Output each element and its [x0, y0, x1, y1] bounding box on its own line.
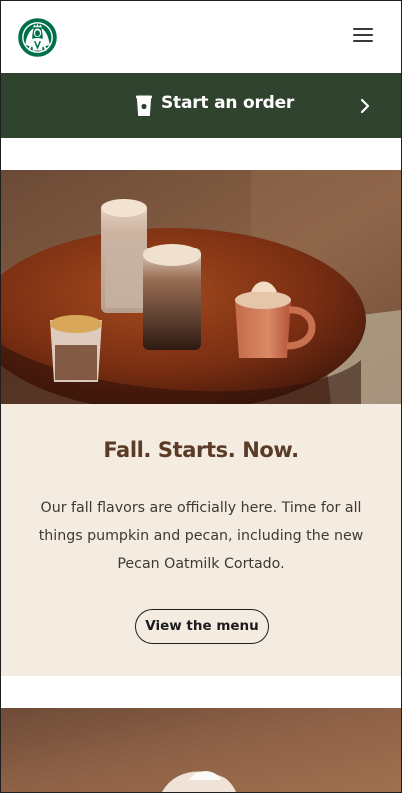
drink-photo [1, 708, 401, 792]
hamburger-line [353, 28, 373, 30]
starbucks-logo[interactable] [17, 17, 58, 58]
start-order-label: Start an order [161, 93, 295, 113]
cup-icon [136, 95, 152, 116]
chevron-right-icon [360, 98, 370, 114]
promo-description: Our fall flavors are officially here. Ti… [38, 500, 364, 572]
secondary-image [1, 708, 401, 792]
fall-promo-card: Fall. Starts. Now. Our fall flavors are … [1, 404, 401, 676]
page-frame: Start an order Fall. Starts. Now. Our fa… [0, 0, 402, 793]
hero-image [1, 170, 401, 404]
hamburger-line [353, 34, 373, 36]
promo-title: Fall. Starts. Now. [103, 438, 299, 462]
fall-drinks-photo [1, 170, 401, 404]
view-menu-button[interactable]: View the menu [135, 609, 269, 644]
hamburger-line [353, 40, 373, 42]
start-order-banner[interactable]: Start an order [1, 73, 401, 138]
site-header [1, 1, 401, 73]
hamburger-menu-button[interactable] [351, 25, 377, 45]
